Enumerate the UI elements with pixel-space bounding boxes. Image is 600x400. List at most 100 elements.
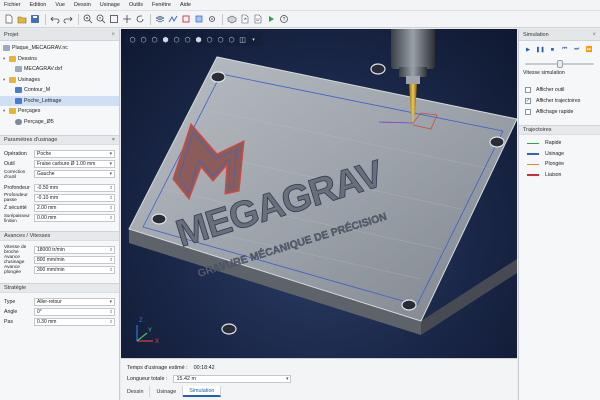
menu-usinage[interactable]: Usinage <box>100 2 120 8</box>
tree-item-percage[interactable]: Perçage_Ø5 <box>0 117 119 128</box>
drill-icon[interactable] <box>206 14 217 25</box>
menu-vue[interactable]: Vue <box>55 2 65 8</box>
export-icon[interactable] <box>239 14 250 25</box>
menu-fichier[interactable]: Fichier <box>4 2 21 8</box>
tree-item-dxf[interactable]: MECAGRAV.dxf <box>0 64 119 75</box>
view-iso-icon[interactable]: ⬢ <box>193 35 204 45</box>
rotate-icon[interactable] <box>134 14 145 25</box>
stock-allowance-field[interactable]: 0.00 mm <box>34 214 115 222</box>
menu-outils[interactable]: Outils <box>129 2 143 8</box>
view-top-icon[interactable]: ⬡ <box>171 35 182 45</box>
stop-icon[interactable]: ■ <box>547 45 557 55</box>
view-left-icon[interactable]: ⬡ <box>149 35 160 45</box>
layers-icon[interactable] <box>154 14 165 25</box>
right-panel: Simulation × ▶ ❚❚ ■ ⏮ ⏭ ⏩ Vitesse simula… <box>518 29 600 400</box>
axis-triad: X Z Y <box>136 318 159 345</box>
end-icon[interactable]: ⏩ <box>584 45 594 55</box>
slider-knob[interactable] <box>557 60 563 68</box>
pocket-icon[interactable] <box>193 14 204 25</box>
undo-icon[interactable] <box>49 14 60 25</box>
strategy-header: Stratégie <box>0 283 119 293</box>
tool-select[interactable]: Fraise carbure Ø 1.00 mm <box>34 160 115 168</box>
help-icon[interactable]: ? <box>278 14 289 25</box>
simulate-icon[interactable] <box>265 14 276 25</box>
tree-group-usinages[interactable]: ▾ Usinages <box>0 75 119 86</box>
tab-usinage[interactable]: Usinage <box>150 386 184 397</box>
tab-dessin[interactable]: Dessin <box>121 386 151 397</box>
view-front-icon[interactable]: ⬡ <box>127 35 138 45</box>
spindle-speed-field[interactable]: 18000 tr/min <box>34 246 115 254</box>
pan-icon[interactable] <box>121 14 132 25</box>
correction-select[interactable]: Gauche <box>34 170 115 178</box>
axis-x-label: X <box>155 339 159 345</box>
project-title: Projet <box>4 31 19 38</box>
view-shaded-icon[interactable]: ⬡ <box>226 35 237 45</box>
checkbox[interactable] <box>525 86 531 93</box>
pass-depth-field[interactable]: -0.10 mm <box>34 194 115 202</box>
save-icon[interactable] <box>29 14 40 25</box>
menu-dessin[interactable]: Dessin <box>74 2 91 8</box>
stock-icon[interactable] <box>226 14 237 25</box>
close-icon[interactable]: × <box>111 32 115 38</box>
zoom-out-icon[interactable] <box>95 14 106 25</box>
legend-plongee: Plongée <box>519 159 600 170</box>
checkbox[interactable] <box>525 108 531 115</box>
contour-icon[interactable] <box>180 14 191 25</box>
nc-file-icon <box>3 45 10 52</box>
post-icon[interactable] <box>252 14 263 25</box>
menu-edition[interactable]: Edition <box>30 2 47 8</box>
checkbox[interactable]: ✓ <box>525 97 531 104</box>
view-more-icon[interactable]: ▾ <box>248 35 259 45</box>
play-icon[interactable]: ▶ <box>523 45 533 55</box>
menu-aide[interactable]: Aide <box>180 2 191 8</box>
param-broche: Vitesse de broche 18000 tr/min <box>0 245 119 255</box>
feed-rate-field[interactable]: 800 mm/min <box>34 256 115 264</box>
menu-fenetre[interactable]: Fenêtre <box>152 2 171 8</box>
zoom-fit-icon[interactable] <box>108 14 119 25</box>
tree-group-dessins[interactable]: ▾ Dessins <box>0 54 119 65</box>
step-back-icon[interactable]: ⏮ <box>560 45 570 55</box>
check-afficher-trajectoires[interactable]: ✓ Afficher trajectoires <box>519 95 600 106</box>
angle-field[interactable]: 0° <box>34 308 115 316</box>
close-icon[interactable]: × <box>112 137 115 143</box>
view-wire-icon[interactable]: ⬡ <box>215 35 226 45</box>
toolbar-separator <box>222 13 223 25</box>
length-select[interactable]: 15.42 m <box>173 374 292 383</box>
toolpath-icon <box>15 87 22 94</box>
view-section-icon[interactable]: ◫ <box>237 35 248 45</box>
zoom-in-icon[interactable] <box>82 14 93 25</box>
pause-icon[interactable]: ❚❚ <box>535 45 545 55</box>
check-affichage-rapide[interactable]: Affichage rapide <box>519 106 600 117</box>
view-iso2-icon[interactable]: ⬡ <box>204 35 215 45</box>
folder-icon <box>9 55 16 62</box>
3d-viewport[interactable]: MEGAGRAV GRAVURE MÉCANIQUE DE PRÉCISION … <box>121 29 517 358</box>
check-afficher-outil[interactable]: Afficher outil <box>519 84 600 95</box>
tree-item-poche[interactable]: Poche_Lettrage <box>0 95 119 106</box>
view-back-icon[interactable]: ⬡ <box>138 35 149 45</box>
project-tree: Plaque_MECAGRAV.nc ▾ Dessins MECAGRAV.dx… <box>0 41 119 129</box>
legend-liaison: Liaison <box>519 170 600 181</box>
open-icon[interactable] <box>16 14 27 25</box>
stepover-field[interactable]: 0.30 mm <box>34 318 115 326</box>
close-icon[interactable]: × <box>592 32 596 38</box>
menu-bar: Fichier Edition Vue Dessin Usinage Outil… <box>0 0 600 11</box>
tab-simulation[interactable]: Simulation <box>183 386 222 397</box>
tree-item-contour[interactable]: Contour_M <box>0 85 119 96</box>
toolpath-icon[interactable] <box>167 14 178 25</box>
tree-item-file[interactable]: Plaque_MECAGRAV.nc <box>0 43 119 54</box>
operation-select[interactable]: Poche <box>34 150 115 158</box>
safe-z-field[interactable]: 2.00 mm <box>34 204 115 212</box>
trajectories-header: Trajectoires <box>519 125 600 135</box>
depth-field[interactable]: -0.50 mm <box>34 184 115 192</box>
plunge-rate-field[interactable]: 300 mm/min <box>34 266 115 274</box>
left-panel: Projet × Plaque_MECAGRAV.nc ▾ Dessins ME… <box>0 29 120 400</box>
step-forward-icon[interactable]: ⏭ <box>572 45 582 55</box>
redo-icon[interactable] <box>62 14 73 25</box>
new-file-icon[interactable] <box>3 14 14 25</box>
tree-group-percages[interactable]: ▾ Perçages <box>0 106 119 117</box>
simulation-speed-slider[interactable] <box>523 60 596 68</box>
strategy-type-select[interactable]: Aller-retour <box>34 298 115 306</box>
drill-icon <box>15 118 22 125</box>
view-right-icon[interactable]: ⬢ <box>160 35 171 45</box>
view-bottom-icon[interactable]: ⬡ <box>182 35 193 45</box>
